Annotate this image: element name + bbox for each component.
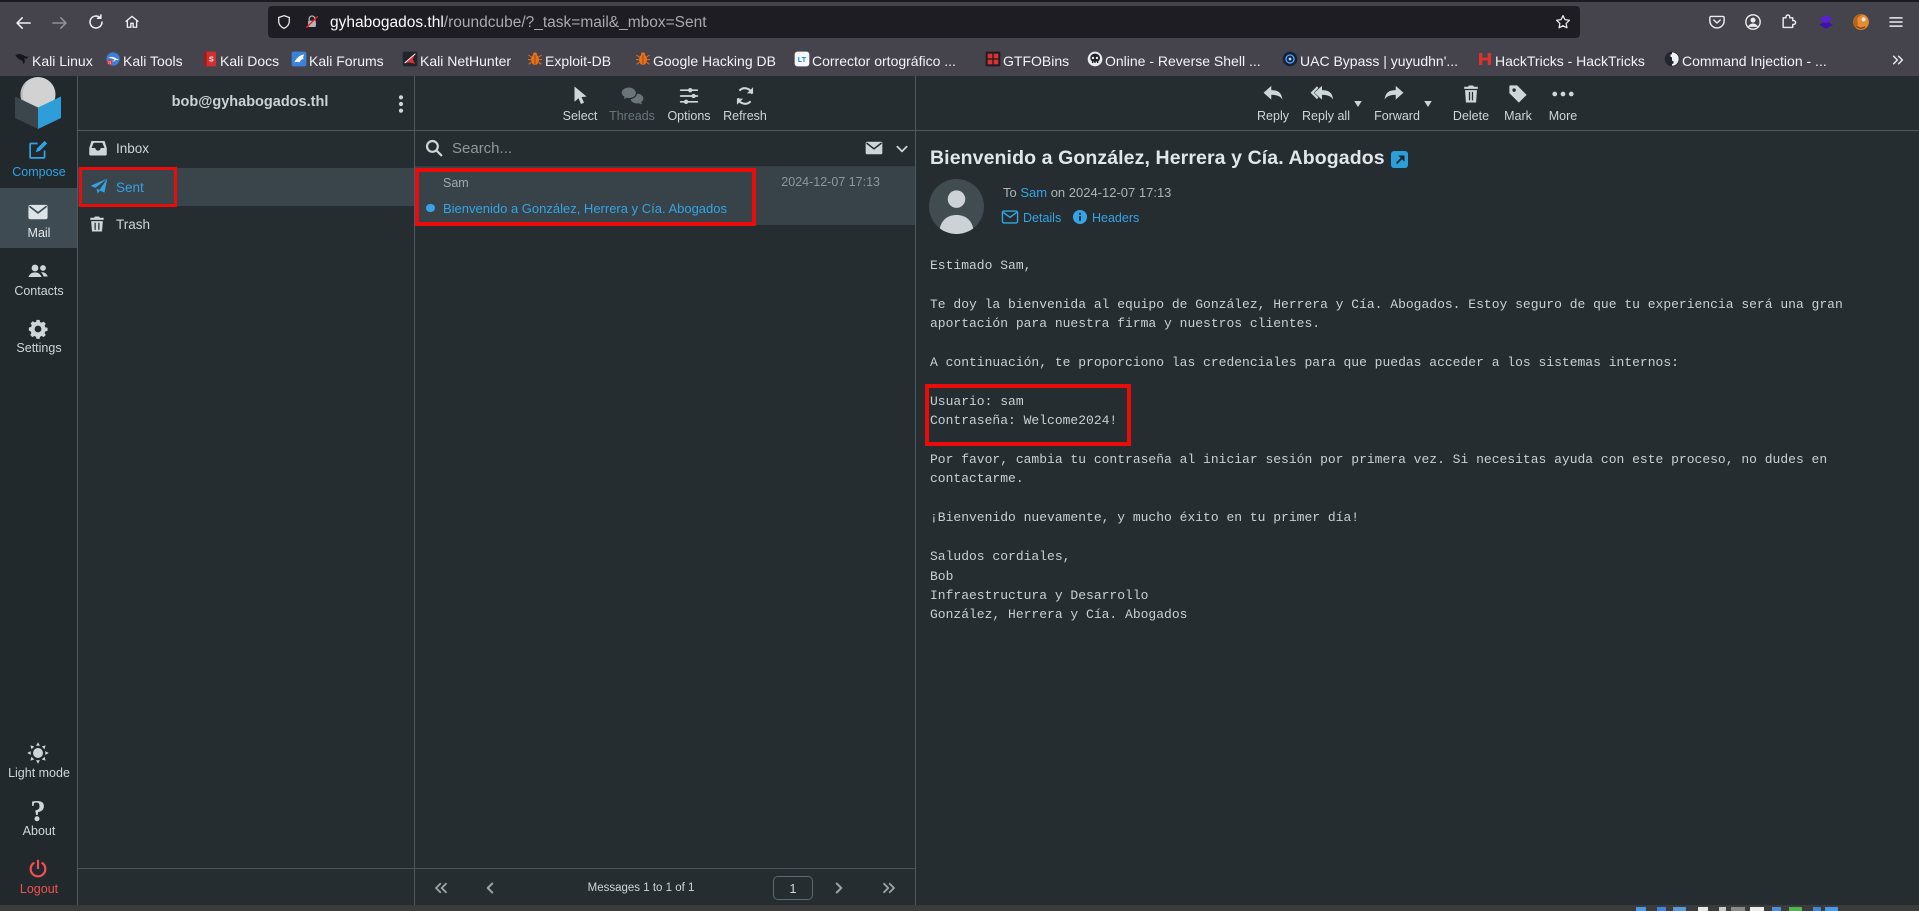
svg-text:S: S	[209, 55, 214, 64]
svg-text:LT: LT	[798, 55, 807, 64]
svg-text:π: π	[108, 60, 111, 65]
